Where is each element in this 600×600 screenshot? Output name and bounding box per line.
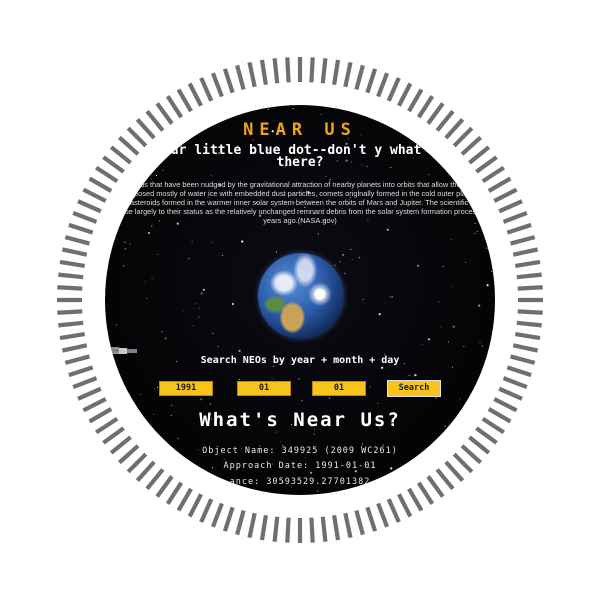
day-input[interactable]: 01: [312, 381, 366, 396]
site-title: NEAR US: [243, 120, 357, 140]
circular-viewport: NEAR US und our little blue dot--don't y…: [105, 105, 495, 495]
search-button[interactable]: Search: [387, 380, 441, 397]
year-input[interactable]: 1991: [159, 381, 213, 396]
month-input[interactable]: 01: [237, 381, 291, 396]
result-distance: ance: 30593529.27701382: [229, 477, 371, 487]
result-object-name: Object Name: 349925 (2009 WC261): [202, 446, 398, 456]
earth-globe-image: [258, 253, 344, 339]
result-approach-date: Approach Date: 1991-01-01: [223, 461, 377, 471]
results-heading: What's Near Us?: [199, 409, 401, 431]
neo-description: re comets and asteroids that have been n…: [105, 180, 495, 225]
intro-question: und our little blue dot--don't y what's …: [131, 143, 469, 170]
search-heading: Search NEOs by year + month + day: [200, 355, 400, 366]
